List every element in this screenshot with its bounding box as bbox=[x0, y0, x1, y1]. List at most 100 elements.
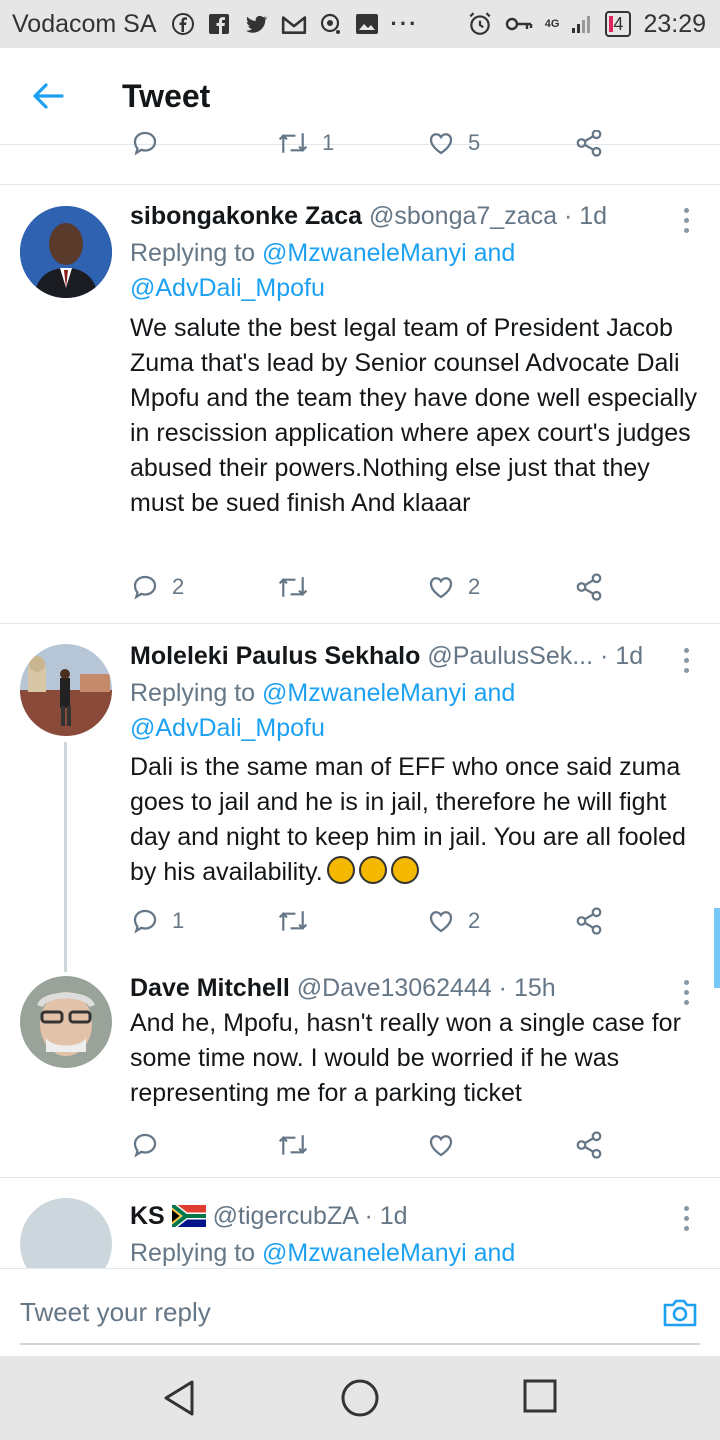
more-options-icon[interactable] bbox=[682, 648, 690, 673]
avatar-image bbox=[20, 644, 112, 736]
nav-recents-button[interactable] bbox=[522, 1378, 558, 1419]
scrollbar[interactable] bbox=[714, 908, 720, 988]
user-handle[interactable]: @sbonga7_zaca bbox=[369, 202, 557, 230]
reply-action[interactable] bbox=[130, 1130, 172, 1160]
gallery-icon bbox=[355, 14, 378, 34]
reply-action[interactable]: 2 bbox=[130, 572, 184, 602]
heart-icon bbox=[429, 911, 453, 933]
reply-icon bbox=[133, 909, 157, 934]
retweet-action[interactable] bbox=[276, 1130, 322, 1160]
share-action[interactable] bbox=[574, 572, 604, 602]
more-notifications-icon: ··· bbox=[390, 11, 419, 36]
back-button[interactable] bbox=[26, 74, 70, 118]
reply-icon bbox=[133, 131, 157, 156]
retweet-icon bbox=[278, 133, 308, 153]
share-icon bbox=[576, 907, 602, 935]
more-options-icon[interactable] bbox=[682, 1206, 690, 1231]
south-africa-flag-icon bbox=[169, 1202, 206, 1230]
share-action[interactable] bbox=[574, 1130, 604, 1160]
like-count: 5 bbox=[468, 130, 481, 155]
display-name[interactable]: KS bbox=[130, 1202, 165, 1230]
retweet-action[interactable] bbox=[276, 572, 322, 602]
share-icon bbox=[576, 573, 602, 601]
tweet-time: · 1d bbox=[600, 642, 644, 670]
mention-link[interactable]: @AdvDali_Mpofu bbox=[130, 274, 325, 302]
key-icon bbox=[505, 17, 532, 31]
like-action[interactable] bbox=[426, 1130, 468, 1160]
user-handle[interactable]: @PaulusSek... bbox=[427, 642, 593, 670]
reply-input[interactable]: Tweet your reply bbox=[20, 1297, 211, 1328]
facebook-app-icon bbox=[208, 14, 229, 34]
like-action[interactable]: 2 bbox=[426, 572, 480, 602]
heart-icon bbox=[429, 1135, 453, 1157]
more-options-icon[interactable] bbox=[682, 208, 690, 233]
user-handle[interactable]: @tigercubZA bbox=[213, 1202, 358, 1230]
replying-to: Replying to @MzwaneleManyi and bbox=[130, 1239, 516, 1267]
share-action[interactable] bbox=[574, 906, 604, 936]
share-action[interactable] bbox=[574, 130, 604, 158]
avatar[interactable] bbox=[20, 976, 112, 1068]
tweet-header: KS @tigercubZA · 1d bbox=[130, 1202, 680, 1231]
user-handle[interactable]: @Dave13062444 bbox=[297, 974, 492, 1002]
tweet-item[interactable]: Dave Mitchell @Dave13062444 · 15h And he… bbox=[0, 970, 720, 1178]
reply-icon bbox=[133, 1133, 157, 1158]
display-name[interactable]: sibongakonke Zaca bbox=[130, 202, 362, 230]
status-right: 4G 4 23:29 bbox=[467, 10, 706, 39]
laughing-emoji-icon bbox=[358, 856, 387, 884]
retweet-icon bbox=[278, 1135, 308, 1155]
input-underline bbox=[20, 1343, 700, 1345]
reply-action[interactable] bbox=[130, 130, 160, 158]
tweet-item[interactable]: KS @tigercubZA · 1d Replying to @Mzwanel… bbox=[0, 1178, 720, 1268]
avatar[interactable] bbox=[20, 206, 112, 298]
mention-link[interactable]: @MzwaneleManyi bbox=[262, 679, 467, 707]
heart-icon bbox=[429, 577, 453, 599]
avatar-image bbox=[20, 206, 112, 298]
tweet-header: Dave Mitchell @Dave13062444 · 15h bbox=[130, 974, 680, 1003]
retweet-icon bbox=[278, 577, 308, 597]
reply-icon bbox=[133, 575, 157, 600]
twitter-icon bbox=[245, 15, 267, 33]
laughing-emoji-icon bbox=[326, 856, 355, 884]
tweet-header: Moleleki Paulus Sekhalo @PaulusSek... · … bbox=[130, 642, 680, 671]
nav-back-button[interactable] bbox=[160, 1378, 200, 1423]
heart-icon bbox=[429, 133, 453, 155]
avatar-image bbox=[20, 976, 112, 1068]
signal-icon bbox=[572, 16, 591, 33]
nav-home-button[interactable] bbox=[340, 1378, 380, 1423]
share-icon bbox=[576, 1131, 602, 1159]
retweet-action[interactable]: 1 bbox=[276, 130, 334, 158]
battery-indicator: 4 bbox=[605, 11, 632, 37]
reply-count: 1 bbox=[172, 908, 185, 933]
alarm-icon bbox=[469, 12, 491, 35]
avatar[interactable] bbox=[20, 644, 112, 736]
reply-action[interactable]: 1 bbox=[130, 906, 184, 936]
replying-to: Replying to @MzwaneleManyi and @AdvDali_… bbox=[130, 679, 516, 742]
more-options-icon[interactable] bbox=[682, 980, 690, 1005]
display-name[interactable]: Dave Mitchell bbox=[130, 974, 290, 1002]
previous-tweet-actions: 1 5 bbox=[0, 130, 720, 185]
tweet-item[interactable]: sibongakonke Zaca @sbonga7_zaca · 1d Rep… bbox=[0, 184, 720, 624]
mention-link[interactable]: @MzwaneleManyi bbox=[262, 239, 467, 267]
display-name[interactable]: Moleleki Paulus Sekhalo bbox=[130, 642, 420, 670]
like-count: 2 bbox=[468, 574, 481, 599]
network-type: 4G bbox=[544, 17, 560, 30]
reply-composer[interactable]: Tweet your reply bbox=[0, 1268, 720, 1357]
tweet-time: · 1d bbox=[364, 1202, 408, 1230]
gmail-icon bbox=[281, 16, 306, 34]
retweet-count: 1 bbox=[322, 130, 335, 155]
like-action[interactable]: 2 bbox=[426, 906, 480, 936]
back-arrow-icon bbox=[33, 83, 64, 109]
camera-icon bbox=[663, 1299, 697, 1327]
like-action[interactable]: 5 bbox=[426, 130, 480, 158]
camera-button[interactable] bbox=[662, 1297, 698, 1334]
mention-link[interactable]: @MzwaneleManyi bbox=[262, 1239, 467, 1267]
carrier-name: Vodacom SA bbox=[12, 9, 157, 38]
avatar[interactable] bbox=[20, 1198, 112, 1268]
like-count: 2 bbox=[468, 908, 481, 933]
tweet-time: · 1d bbox=[563, 202, 608, 230]
retweet-action[interactable] bbox=[276, 906, 322, 936]
clock: 23:29 bbox=[643, 9, 706, 38]
tweet-item[interactable]: Moleleki Paulus Sekhalo @PaulusSek... · … bbox=[0, 624, 720, 972]
mention-link[interactable]: @AdvDali_Mpofu bbox=[130, 714, 325, 742]
home-circle-icon bbox=[341, 1379, 379, 1417]
